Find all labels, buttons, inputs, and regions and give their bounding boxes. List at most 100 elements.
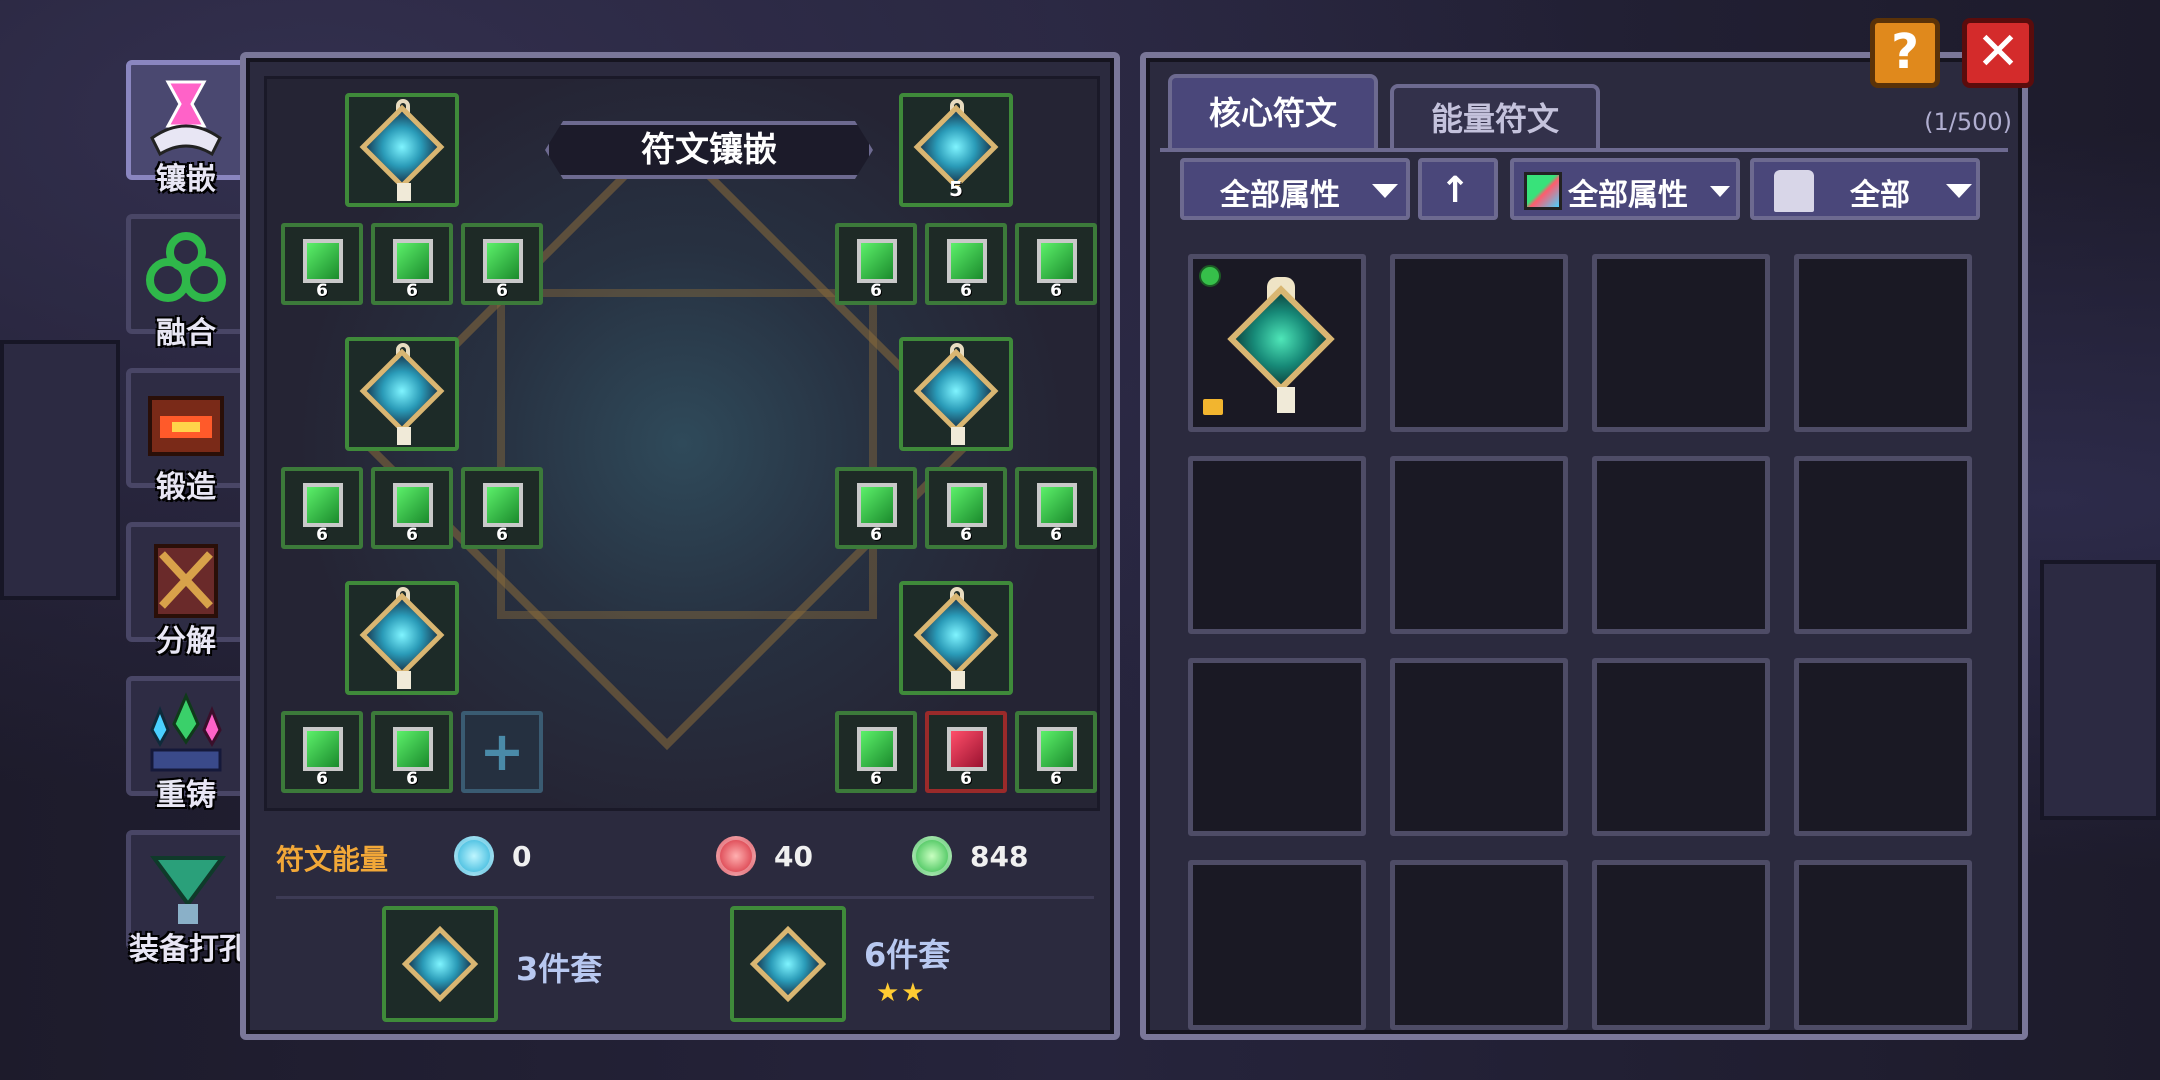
monster-filter-label: 全部 xyxy=(1850,178,1910,213)
three-piece-set-label: 3件套 xyxy=(516,950,603,988)
inventory-slot-empty[interactable] xyxy=(1390,658,1568,836)
inventory-slot-empty[interactable] xyxy=(1592,658,1770,836)
energy-rune-slot[interactable]: 6 xyxy=(1015,467,1097,549)
rune-shard-icon xyxy=(483,483,523,527)
core-rune-slot[interactable] xyxy=(345,93,459,207)
core-gem-icon xyxy=(913,348,999,434)
attribute-filter-label: 全部属性 xyxy=(1220,178,1340,213)
color-attribute-filter-dropdown[interactable]: 全部属性 xyxy=(1510,158,1740,220)
energy-rune-slot[interactable]: 6 xyxy=(371,467,453,549)
core-rune-slot[interactable] xyxy=(899,337,1013,451)
rune-level: 6 xyxy=(316,525,328,545)
inventory-slot-empty[interactable] xyxy=(1794,456,1972,634)
side-label: 镶嵌 xyxy=(156,162,216,197)
energy-rune-slot[interactable]: 6 xyxy=(1015,223,1097,305)
inventory-slot-empty[interactable] xyxy=(1390,860,1568,1030)
green-energy-value: 848 xyxy=(970,840,1029,873)
inventory-slot-empty[interactable] xyxy=(1794,860,1972,1030)
rune-level: 6 xyxy=(316,281,328,301)
inventory-slot-empty[interactable] xyxy=(1794,254,1972,432)
core-gem-icon xyxy=(359,348,445,434)
energy-rune-slot[interactable]: 6 xyxy=(925,467,1007,549)
inventory-item[interactable] xyxy=(1188,254,1366,432)
energy-rune-slot[interactable]: 6 xyxy=(371,711,453,793)
rune-level: 6 xyxy=(960,525,972,545)
rune-shard-icon xyxy=(303,483,343,527)
attribute-filter-dropdown[interactable]: 全部属性 xyxy=(1180,158,1410,220)
forge-icon xyxy=(148,396,224,456)
tab-divider xyxy=(1160,148,2008,152)
set-stars: ★★ xyxy=(876,978,927,1008)
rune-level: 6 xyxy=(960,769,972,789)
core-rune-slot[interactable]: 5 xyxy=(899,93,1013,207)
inventory-slot-empty[interactable] xyxy=(1188,658,1366,836)
core-rune-slot[interactable] xyxy=(899,581,1013,695)
energy-rune-slot[interactable]: 6 xyxy=(461,223,543,305)
sort-button[interactable]: ↑ xyxy=(1418,158,1498,220)
rune-level: 6 xyxy=(406,525,418,545)
background-shelf xyxy=(0,340,120,600)
energy-rune-slot[interactable]: 6 xyxy=(461,467,543,549)
rune-tail xyxy=(397,427,411,445)
energy-rune-slot[interactable]: 6 xyxy=(281,223,363,305)
chevron-down-icon xyxy=(1710,186,1730,197)
recast-icon xyxy=(150,692,222,772)
side-item-forge[interactable]: 锻造 xyxy=(118,368,254,506)
monster-filter-dropdown[interactable]: 全部 xyxy=(1750,158,1980,220)
inventory-slot-empty[interactable] xyxy=(1390,456,1568,634)
core-rune-item-icon xyxy=(1227,285,1335,393)
set-gem-icon xyxy=(401,925,479,1003)
help-button[interactable]: ? xyxy=(1870,18,1940,88)
rune-level: 6 xyxy=(406,769,418,789)
energy-rune-slot[interactable]: 6 xyxy=(281,711,363,793)
rune-shard-icon xyxy=(1037,483,1077,527)
inventory-slot-empty[interactable] xyxy=(1794,658,1972,836)
side-item-recast[interactable]: 重铸 xyxy=(118,676,254,814)
rune-level: 6 xyxy=(870,525,882,545)
rune-level: 6 xyxy=(1050,769,1062,789)
rune-level: 6 xyxy=(870,281,882,301)
color-swatch-icon xyxy=(1524,172,1562,210)
side-item-embed[interactable]: 镶嵌 xyxy=(118,60,254,198)
side-item-fuse[interactable]: 融合 xyxy=(118,214,254,352)
inventory-slot-empty[interactable] xyxy=(1592,456,1770,634)
energy-rune-slot[interactable]: 6 xyxy=(281,467,363,549)
inventory-slot-empty[interactable] xyxy=(1390,254,1568,432)
rune-shard-icon xyxy=(1037,727,1077,771)
energy-rune-slot[interactable]: 6 xyxy=(835,711,917,793)
inventory-slot-empty[interactable] xyxy=(1592,860,1770,1030)
side-item-dismantle[interactable]: 分解 xyxy=(118,522,254,660)
rune-shard-icon xyxy=(947,239,987,283)
core-rune-slot[interactable] xyxy=(345,581,459,695)
energy-rune-slot[interactable]: 6 xyxy=(835,223,917,305)
divider xyxy=(276,896,1094,899)
energy-rune-slot[interactable]: 6 xyxy=(1015,711,1097,793)
core-slot-number: 5 xyxy=(949,177,963,201)
six-piece-set-label: 6件套 xyxy=(864,936,951,974)
tab-core-runes[interactable]: 核心符文 xyxy=(1168,74,1378,152)
rune-level: 6 xyxy=(406,281,418,301)
core-rune-slot[interactable] xyxy=(345,337,459,451)
tab-energy-runes[interactable]: 能量符文 xyxy=(1390,84,1600,152)
inventory-slot-empty[interactable] xyxy=(1188,456,1366,634)
energy-rune-slot-red[interactable]: 6 xyxy=(925,711,1007,793)
core-gem-icon xyxy=(359,104,445,190)
energy-rune-slot[interactable]: 6 xyxy=(371,223,453,305)
rune-level: 6 xyxy=(1050,525,1062,545)
inventory-slot-empty[interactable] xyxy=(1592,254,1770,432)
three-piece-set-icon[interactable] xyxy=(382,906,498,1022)
board-title-plate: 符文镶嵌 xyxy=(545,121,873,179)
energy-rune-slot[interactable]: 6 xyxy=(925,223,1007,305)
inventory-count: (1/500) xyxy=(1924,108,2012,136)
energy-rune-slot[interactable]: 6 xyxy=(835,467,917,549)
six-piece-set-icon[interactable] xyxy=(730,906,846,1022)
inventory-slot-empty[interactable] xyxy=(1188,860,1366,1030)
empty-rune-slot[interactable]: + xyxy=(461,711,543,793)
rune-embed-panel: 符文镶嵌 5 6 6 6 6 6 6 6 6 + 6 6 6 6 6 6 6 6… xyxy=(240,52,1120,1040)
close-button[interactable]: ✕ xyxy=(1962,18,2034,88)
rune-shard-icon xyxy=(857,239,897,283)
rune-shard-icon xyxy=(393,483,433,527)
set-gem-icon xyxy=(749,925,827,1003)
rune-level: 6 xyxy=(960,281,972,301)
side-label: 重铸 xyxy=(156,778,216,813)
